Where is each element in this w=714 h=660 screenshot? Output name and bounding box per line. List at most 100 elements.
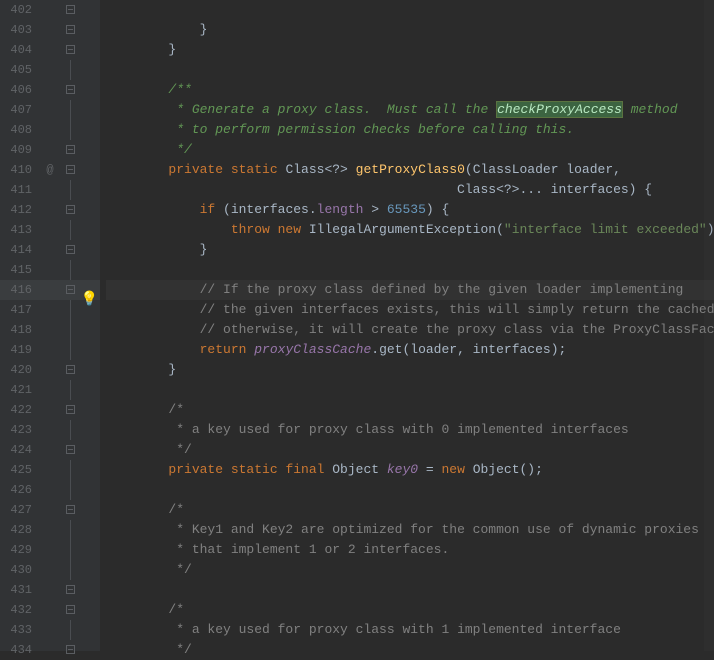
code-line[interactable]: // otherwise, it will create the proxy c…	[106, 320, 714, 340]
fold-column[interactable]	[60, 80, 80, 100]
fold-column[interactable]	[60, 440, 80, 460]
fold-column[interactable]	[60, 120, 80, 140]
code-line[interactable]: /**	[106, 80, 714, 100]
fold-toggle-icon[interactable]	[66, 85, 75, 94]
code-line[interactable]: * Key1 and Key2 are optimized for the co…	[106, 520, 714, 540]
fold-column[interactable]	[60, 300, 80, 320]
fold-toggle-icon[interactable]	[66, 645, 75, 654]
gutter-row[interactable]: 415	[0, 260, 100, 280]
gutter-row[interactable]: 405	[0, 60, 100, 80]
fold-column[interactable]	[60, 540, 80, 560]
fold-column[interactable]	[60, 320, 80, 340]
gutter-row[interactable]: 432	[0, 600, 100, 620]
fold-column[interactable]	[60, 560, 80, 580]
fold-column[interactable]	[60, 200, 80, 220]
code-line[interactable]: }	[106, 240, 714, 260]
gutter-row[interactable]: 410@	[0, 160, 100, 180]
gutter-row[interactable]: 404	[0, 40, 100, 60]
code-line[interactable]	[106, 0, 714, 20]
code-line[interactable]: return proxyClassCache.get(loader, inter…	[106, 340, 714, 360]
fold-toggle-icon[interactable]	[66, 205, 75, 214]
fold-column[interactable]	[60, 20, 80, 40]
code-line[interactable]: throw new IllegalArgumentException("inte…	[106, 220, 714, 240]
fold-column[interactable]	[60, 380, 80, 400]
code-editor[interactable]: 402403404405406407408409410@411412413414…	[0, 0, 714, 651]
code-line[interactable]: /*	[106, 400, 714, 420]
gutter-row[interactable]: 424	[0, 440, 100, 460]
code-line[interactable]	[106, 380, 714, 400]
fold-column[interactable]	[60, 40, 80, 60]
code-line[interactable]: }	[106, 360, 714, 380]
gutter-row[interactable]: 422	[0, 400, 100, 420]
fold-toggle-icon[interactable]	[66, 245, 75, 254]
gutter-row[interactable]: 406	[0, 80, 100, 100]
code-line[interactable]	[106, 480, 714, 500]
fold-column[interactable]	[60, 260, 80, 280]
code-line[interactable]	[106, 260, 714, 280]
fold-column[interactable]	[60, 460, 80, 480]
fold-column[interactable]	[60, 140, 80, 160]
code-line[interactable]: */	[106, 140, 714, 160]
fold-toggle-icon[interactable]	[66, 505, 75, 514]
fold-toggle-icon[interactable]	[66, 605, 75, 614]
fold-column[interactable]	[60, 100, 80, 120]
gutter-row[interactable]: 403	[0, 20, 100, 40]
gutter-row[interactable]: 416💡	[0, 280, 100, 300]
gutter-row[interactable]: 427	[0, 500, 100, 520]
vertical-scrollbar[interactable]	[704, 0, 714, 651]
gutter-row[interactable]: 402	[0, 0, 100, 20]
gutter-row[interactable]: 413	[0, 220, 100, 240]
code-line[interactable]: }	[106, 40, 714, 60]
gutter-row[interactable]: 417	[0, 300, 100, 320]
gutter-row[interactable]: 414	[0, 240, 100, 260]
fold-column[interactable]	[60, 160, 80, 180]
code-line[interactable]: // the given interfaces exists, this wil…	[106, 300, 714, 320]
fold-toggle-icon[interactable]	[66, 585, 75, 594]
gutter-row[interactable]: 407	[0, 100, 100, 120]
fold-column[interactable]	[60, 180, 80, 200]
code-line[interactable]: * to perform permission checks before ca…	[106, 120, 714, 140]
code-line[interactable]: private static Class<?> getProxyClass0(C…	[106, 160, 714, 180]
code-line[interactable]	[106, 60, 714, 80]
fold-column[interactable]	[60, 340, 80, 360]
gutter-row[interactable]: 425	[0, 460, 100, 480]
fold-column[interactable]	[60, 0, 80, 20]
code-area[interactable]: } } /** * Generate a proxy class. Must c…	[100, 0, 714, 651]
fold-column[interactable]	[60, 280, 80, 300]
code-line[interactable]: * that implement 1 or 2 interfaces.	[106, 540, 714, 560]
code-line[interactable]: }	[106, 20, 714, 40]
fold-column[interactable]	[60, 600, 80, 620]
code-line[interactable]: */	[106, 440, 714, 460]
code-line[interactable]: private static final Object key0 = new O…	[106, 460, 714, 480]
gutter-row[interactable]: 423	[0, 420, 100, 440]
fold-column[interactable]	[60, 400, 80, 420]
fold-toggle-icon[interactable]	[66, 145, 75, 154]
gutter-row[interactable]: 428	[0, 520, 100, 540]
fold-column[interactable]	[60, 240, 80, 260]
code-line[interactable]: */	[106, 640, 714, 660]
fold-toggle-icon[interactable]	[66, 365, 75, 374]
gutter-row[interactable]: 429	[0, 540, 100, 560]
gutter-row[interactable]: 412	[0, 200, 100, 220]
gutter-row[interactable]: 433	[0, 620, 100, 640]
fold-column[interactable]	[60, 220, 80, 240]
gutter-row[interactable]: 421	[0, 380, 100, 400]
code-line[interactable]: * Generate a proxy class. Must call the …	[106, 100, 714, 120]
fold-toggle-icon[interactable]	[66, 285, 75, 294]
code-line[interactable]: // If the proxy class defined by the giv…	[106, 280, 714, 300]
fold-column[interactable]	[60, 580, 80, 600]
fold-toggle-icon[interactable]	[66, 5, 75, 14]
code-line[interactable]: /*	[106, 500, 714, 520]
code-line[interactable]: */	[106, 560, 714, 580]
fold-column[interactable]	[60, 420, 80, 440]
fold-toggle-icon[interactable]	[66, 165, 75, 174]
fold-column[interactable]	[60, 480, 80, 500]
gutter-row[interactable]: 408	[0, 120, 100, 140]
code-line[interactable]: Class<?>... interfaces) {	[106, 180, 714, 200]
gutter-row[interactable]: 411	[0, 180, 100, 200]
fold-column[interactable]	[60, 360, 80, 380]
fold-column[interactable]	[60, 60, 80, 80]
code-line[interactable]: /*	[106, 600, 714, 620]
fold-column[interactable]	[60, 640, 80, 660]
fold-column[interactable]	[60, 520, 80, 540]
